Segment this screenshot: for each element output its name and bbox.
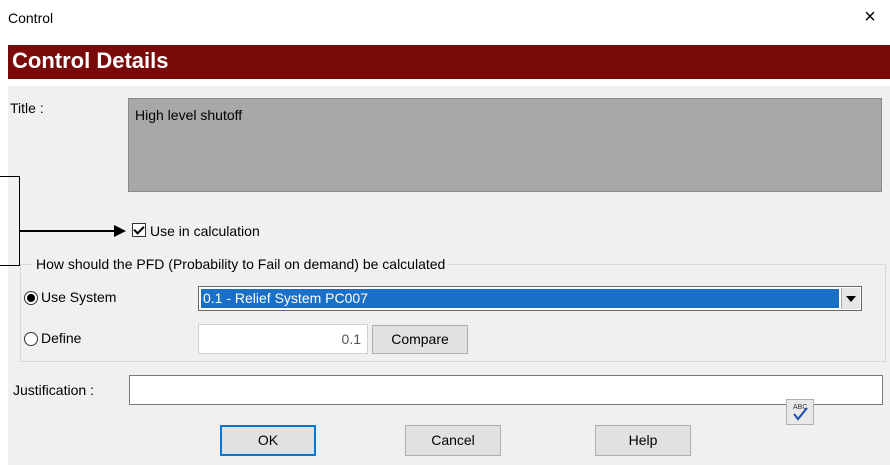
define-value-field[interactable]: 0.1: [198, 324, 368, 354]
system-select[interactable]: 0.1 - Relief System PC007: [198, 286, 862, 311]
close-icon[interactable]: ×: [860, 6, 880, 29]
title-label: Title :: [10, 100, 44, 116]
use-system-label: Use System: [41, 289, 117, 305]
annotation-arrow-head: [114, 225, 126, 237]
cancel-button[interactable]: Cancel: [405, 425, 501, 456]
dialog-header: Control Details: [8, 45, 890, 79]
title-value: High level shutoff: [135, 107, 243, 123]
spellcheck-icon[interactable]: ABC: [786, 399, 814, 425]
annotation-bracket: [0, 176, 20, 266]
ok-button[interactable]: OK: [220, 425, 316, 456]
dialog-body: Title : High level shutoff Use in calcul…: [0, 86, 890, 465]
title-field[interactable]: High level shutoff: [128, 98, 882, 192]
use-system-radio[interactable]: [24, 291, 38, 305]
justification-label: Justification :: [13, 382, 94, 398]
justification-field[interactable]: [129, 375, 883, 405]
use-in-calculation-checkbox[interactable]: [132, 223, 146, 237]
window-title: Control: [8, 10, 54, 26]
window-titlebar: Control ×: [0, 0, 890, 38]
help-button[interactable]: Help: [595, 425, 691, 456]
define-radio[interactable]: [24, 332, 38, 346]
pfd-group-title: How should the PFD (Probability to Fail …: [32, 256, 450, 272]
annotation-arrow: [20, 230, 118, 232]
dialog-header-title: Control Details: [12, 48, 169, 73]
compare-button[interactable]: Compare: [372, 325, 468, 354]
chevron-down-icon[interactable]: [841, 288, 860, 309]
system-select-value: 0.1 - Relief System PC007: [201, 289, 839, 308]
define-label: Define: [41, 330, 82, 346]
use-in-calculation-label: Use in calculation: [150, 223, 260, 239]
